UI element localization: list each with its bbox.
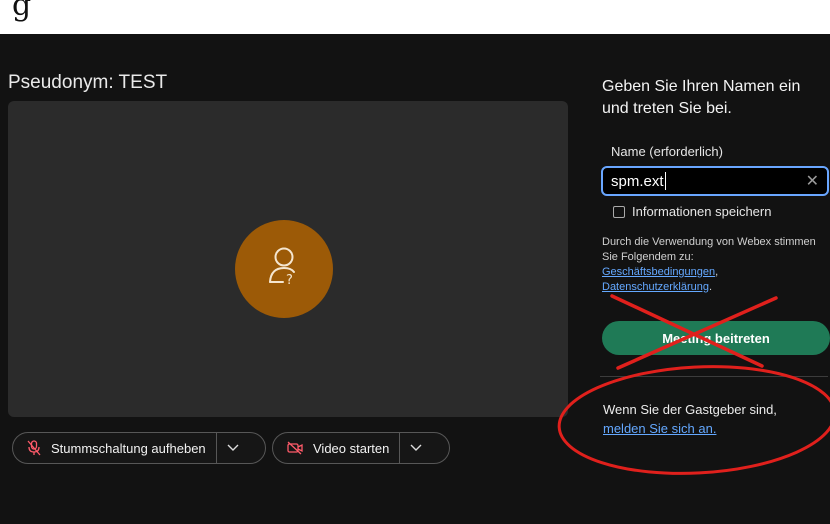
- mute-control: Stummschaltung aufheben: [12, 432, 266, 464]
- terms-notice: Durch die Verwendung von Webex stimmen S…: [602, 236, 816, 293]
- video-options-dropdown[interactable]: [400, 433, 432, 463]
- host-signin-link[interactable]: melden Sie sich an.: [603, 421, 716, 436]
- name-input-value: spm.ext: [611, 172, 664, 190]
- microphone-muted-icon: [27, 440, 41, 456]
- terms-of-service-link[interactable]: Geschäftsbedingungen: [602, 266, 715, 278]
- privacy-policy-link[interactable]: Datenschutzerklärung: [602, 281, 709, 293]
- start-video-button[interactable]: Video starten: [273, 433, 399, 463]
- pseudonym-label: Pseudonym: TEST: [8, 72, 168, 93]
- video-preview: ?: [8, 101, 568, 417]
- audio-options-dropdown[interactable]: [217, 433, 249, 463]
- svg-text:?: ?: [286, 273, 293, 288]
- section-divider: [600, 376, 828, 377]
- unmute-label: Stummschaltung aufheben: [51, 440, 206, 456]
- host-text: Wenn Sie der Gastgeber sind,: [603, 402, 777, 417]
- clear-icon[interactable]: ✕: [806, 171, 819, 191]
- join-meeting-label: Meeting beitreten: [662, 330, 770, 346]
- top-white-strip: g: [0, 0, 830, 34]
- name-field-label: Name (erforderlich): [611, 144, 723, 159]
- unmute-button[interactable]: Stummschaltung aufheben: [13, 433, 216, 463]
- save-info-label: Informationen speichern: [632, 204, 772, 219]
- video-control: Video starten: [272, 432, 450, 464]
- host-signin-section: Wenn Sie der Gastgeber sind, melden Sie …: [603, 400, 828, 438]
- chevron-down-icon: [410, 444, 422, 451]
- join-meeting-button[interactable]: Meeting beitreten: [602, 321, 830, 355]
- save-info-checkbox[interactable]: [613, 205, 625, 218]
- start-video-label: Video starten: [313, 440, 390, 456]
- camera-off-icon: [287, 441, 303, 455]
- name-input[interactable]: spm.ext ✕: [601, 166, 829, 196]
- avatar: ?: [235, 220, 333, 318]
- save-info-option[interactable]: Informationen speichern: [613, 204, 771, 219]
- terms-text: Durch die Verwendung von Webex stimmen S…: [602, 236, 816, 263]
- cut-off-heading: g: [12, 0, 32, 23]
- join-heading: Geben Sie Ihren Namen ein und treten Sie…: [602, 78, 801, 117]
- text-caret: [664, 172, 666, 190]
- user-unknown-icon: ?: [269, 247, 295, 288]
- chevron-down-icon: [227, 444, 239, 451]
